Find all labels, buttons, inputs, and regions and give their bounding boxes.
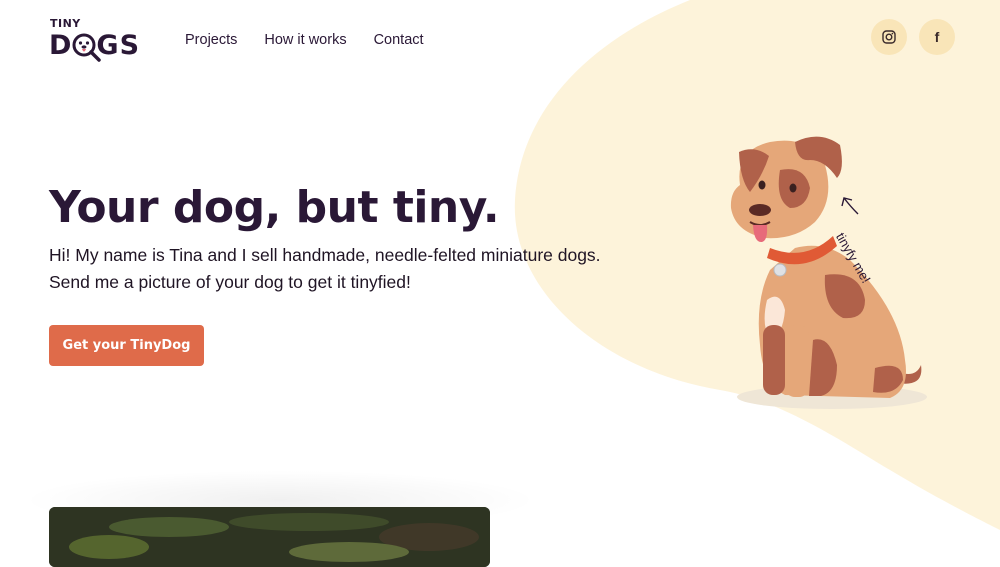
logo-tiny-text: TINY (50, 17, 81, 30)
main-nav: Projects How it works Contact (185, 32, 424, 48)
facebook-button[interactable]: f (919, 19, 955, 55)
arrow-left-icon (841, 197, 859, 215)
tinyfy-me-text: tinyfy me! (833, 230, 874, 286)
hero-intro: Hi! My name is Tina and I sell handmade,… (49, 242, 619, 296)
instagram-button[interactable] (871, 19, 907, 55)
project-photo[interactable] (49, 507, 490, 567)
nav-how-it-works[interactable]: How it works (264, 32, 346, 48)
hero-section: Your dog, but tiny. Hi! My name is Tina … (49, 186, 619, 296)
hero-intro-line-2: Send me a picture of your dog to get it … (49, 272, 411, 292)
instagram-icon (882, 30, 896, 44)
get-tinydog-button[interactable]: Get your TinyDog (49, 325, 204, 366)
nav-projects[interactable]: Projects (185, 32, 237, 48)
photo-image (49, 507, 490, 567)
nav-contact[interactable]: Contact (374, 32, 424, 48)
hero-intro-line-1: Hi! My name is Tina and I sell handmade,… (49, 245, 601, 265)
magnifier-dog-icon (72, 33, 101, 62)
facebook-icon: f (934, 29, 940, 45)
tinyfy-me-annotation: tinyfy me! (833, 190, 916, 290)
site-logo[interactable]: TINY D GS (49, 16, 149, 66)
hero-title: Your dog, but tiny. (49, 182, 500, 233)
site-header: TINY D GS Projects How it works Contact f (0, 0, 1000, 80)
